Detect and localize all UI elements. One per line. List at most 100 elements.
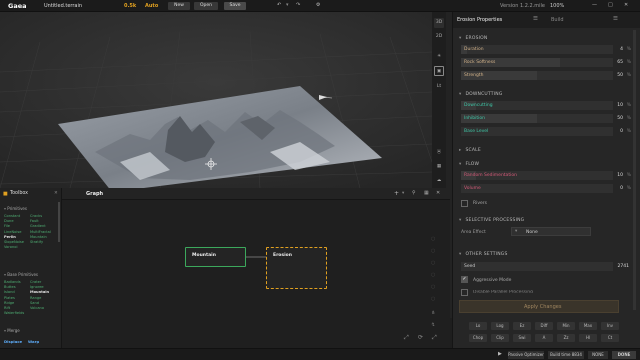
toolbox-item-displace[interactable]: Displace bbox=[4, 339, 22, 344]
mode-selector[interactable]: Auto bbox=[145, 3, 158, 9]
primitives-title[interactable]: ▾ Primitives bbox=[4, 206, 27, 211]
key-button-hl[interactable]: Hl bbox=[579, 334, 597, 342]
circle-icon[interactable]: ○ bbox=[431, 272, 435, 278]
compass-icon[interactable]: ⦿ bbox=[434, 148, 444, 158]
param-value[interactable]: 65 bbox=[617, 60, 623, 65]
panel-menu-icon[interactable]: ☰ bbox=[613, 16, 618, 22]
toolbox-item-stratify[interactable]: Stratify bbox=[30, 240, 43, 244]
undo-icon[interactable]: ↶ bbox=[277, 2, 281, 8]
circle-icon[interactable]: ○ bbox=[431, 236, 435, 242]
resolution-selector[interactable]: 0.5k bbox=[124, 3, 136, 9]
toolbox-item-gradient[interactable]: Gradient bbox=[30, 224, 46, 228]
key-button-max[interactable]: Max bbox=[579, 322, 597, 330]
cloud-icon[interactable]: ☁ bbox=[434, 176, 444, 186]
toolbox-item-plates[interactable]: Plates bbox=[4, 296, 15, 300]
toolbox-item-file[interactable]: File bbox=[4, 224, 10, 228]
toolbox-scrollbar[interactable] bbox=[58, 202, 60, 242]
lighting-button[interactable]: Lt bbox=[434, 82, 444, 92]
base-primitives-title[interactable]: ▾ Base Primitives bbox=[4, 272, 38, 277]
view-3d-button[interactable]: 3D bbox=[434, 18, 444, 28]
key-button-zz[interactable]: Zz bbox=[557, 334, 575, 342]
section-scale[interactable]: ▸ SCALE bbox=[459, 148, 481, 153]
route-icon[interactable]: ↯ bbox=[431, 322, 435, 328]
toolbox-item-volcano[interactable]: Volcano bbox=[30, 306, 44, 310]
param-value[interactable]: 50 bbox=[617, 73, 623, 78]
toolbox-item-linenoise[interactable]: LineNoise bbox=[4, 230, 21, 234]
toolbox-item-cracks[interactable]: Cracks bbox=[30, 214, 42, 218]
key-button-a[interactable]: A bbox=[535, 334, 553, 342]
toolbox-item-slopenoise[interactable]: SlopeNoise bbox=[4, 240, 24, 244]
section-selective[interactable]: ▾ SELECTIVE PROCESSING bbox=[459, 218, 524, 223]
area-effect-select[interactable]: ▾ None bbox=[511, 227, 591, 236]
toolbox-item-perlin[interactable]: Perlin bbox=[4, 235, 16, 239]
merge-title[interactable]: ▾ Merge bbox=[4, 328, 20, 333]
toolbox-item-sand[interactable]: Sand bbox=[30, 301, 39, 305]
toolbox-item-badlands[interactable]: Badlands bbox=[4, 280, 21, 284]
toolbox-item-voronoi[interactable]: Voronoi bbox=[4, 245, 17, 249]
toolbox-item-fault[interactable]: Fault bbox=[30, 219, 39, 223]
key-button-lo[interactable]: Lo bbox=[469, 322, 487, 330]
param-strength[interactable]: Strength 50% bbox=[461, 71, 631, 80]
settings-icon[interactable]: ⚙ bbox=[316, 2, 320, 8]
save-button[interactable]: Save bbox=[224, 2, 246, 10]
frame-icon[interactable]: ▦ bbox=[434, 162, 444, 172]
zoom-level[interactable]: 100% bbox=[550, 3, 564, 9]
node-erosion[interactable]: Erosion bbox=[266, 247, 327, 289]
toolbox-item-constant[interactable]: Constant bbox=[4, 214, 20, 218]
toolbox-item-ridge[interactable]: Ridge bbox=[4, 301, 14, 305]
key-button-ct[interactable]: Ct bbox=[601, 334, 619, 342]
toolbox-item-crater[interactable]: Crater bbox=[30, 280, 41, 284]
key-button-inv[interactable]: Inv bbox=[601, 322, 619, 330]
key-button-log[interactable]: Log bbox=[491, 322, 509, 330]
param-value[interactable]: 10 bbox=[617, 173, 623, 178]
open-button[interactable]: Open bbox=[194, 2, 218, 10]
param-duration[interactable]: Duration 4% bbox=[461, 45, 631, 54]
merge-icon[interactable]: ⋔ bbox=[431, 310, 435, 316]
new-button[interactable]: New bbox=[168, 2, 190, 10]
param-value[interactable]: 4 bbox=[620, 47, 623, 52]
param-random-sedimentation[interactable]: Random Sedimentation 10% bbox=[461, 171, 631, 180]
viewport-3d[interactable] bbox=[0, 12, 432, 188]
section-flow[interactable]: ▾ FLOW bbox=[459, 162, 479, 167]
param-value[interactable]: 10 bbox=[617, 103, 623, 108]
section-other[interactable]: ▾ OTHER SETTINGS bbox=[459, 252, 508, 257]
toolbox-item-rift[interactable]: Rift bbox=[4, 306, 10, 310]
param-value[interactable]: 0 bbox=[620, 129, 623, 134]
param-value[interactable]: 50 bbox=[617, 116, 623, 121]
fit-view-icon[interactable]: ⤢ bbox=[404, 334, 409, 342]
toolbox-item-dune[interactable]: Dune bbox=[4, 219, 14, 223]
aggressive-checkbox[interactable]: ✓ bbox=[461, 276, 468, 283]
chevron-down-icon[interactable]: ▾ bbox=[286, 2, 289, 8]
parallel-checkbox[interactable] bbox=[461, 289, 468, 296]
passive-optimizer-button[interactable]: Passive Optimizer bbox=[508, 351, 544, 359]
param-downcutting[interactable]: Downcutting 10% bbox=[461, 101, 631, 110]
param-rock-softness[interactable]: Rock Softness 65% bbox=[461, 58, 631, 67]
refresh-icon[interactable]: ⟳ bbox=[418, 334, 423, 341]
close-icon[interactable]: ✕ bbox=[624, 2, 628, 8]
play-icon[interactable]: ▶ bbox=[498, 351, 502, 357]
minimize-icon[interactable]: — bbox=[592, 2, 597, 8]
view-2d-button[interactable]: 2D bbox=[434, 32, 444, 42]
redo-icon[interactable]: ↷ bbox=[296, 2, 300, 8]
properties-scrollbar[interactable] bbox=[633, 30, 636, 310]
key-button-chop[interactable]: Chop bbox=[469, 334, 487, 342]
circle-icon[interactable]: ○ bbox=[431, 296, 435, 302]
maximize-icon[interactable]: □ bbox=[608, 2, 613, 8]
param-base-level[interactable]: Base Level 0% bbox=[461, 127, 631, 136]
circle-icon[interactable]: ○ bbox=[431, 260, 435, 266]
sun-icon[interactable]: ☀ bbox=[434, 52, 444, 62]
node-mountain[interactable]: Mountain bbox=[185, 247, 246, 267]
toolbox-item-mountain[interactable]: Mountain bbox=[30, 235, 47, 239]
param-inhibition[interactable]: Inhibition 50% bbox=[461, 114, 631, 123]
toolbox-item-mountain[interactable]: Mountain bbox=[30, 290, 49, 294]
key-button-diff[interactable]: Diff bbox=[535, 322, 553, 330]
toolbox-item-island[interactable]: Island bbox=[4, 290, 15, 294]
key-button-ez[interactable]: Ez bbox=[513, 322, 531, 330]
toolbox-item-range[interactable]: Range bbox=[30, 296, 41, 300]
key-button-swi[interactable]: Swi bbox=[513, 334, 531, 342]
param-value[interactable]: 0 bbox=[620, 186, 623, 191]
circle-icon[interactable]: ○ bbox=[431, 248, 435, 254]
rivers-checkbox[interactable] bbox=[461, 200, 468, 207]
section-downcutting[interactable]: ▾ DOWNCUTTING bbox=[459, 92, 503, 97]
circle-icon[interactable]: ○ bbox=[431, 284, 435, 290]
